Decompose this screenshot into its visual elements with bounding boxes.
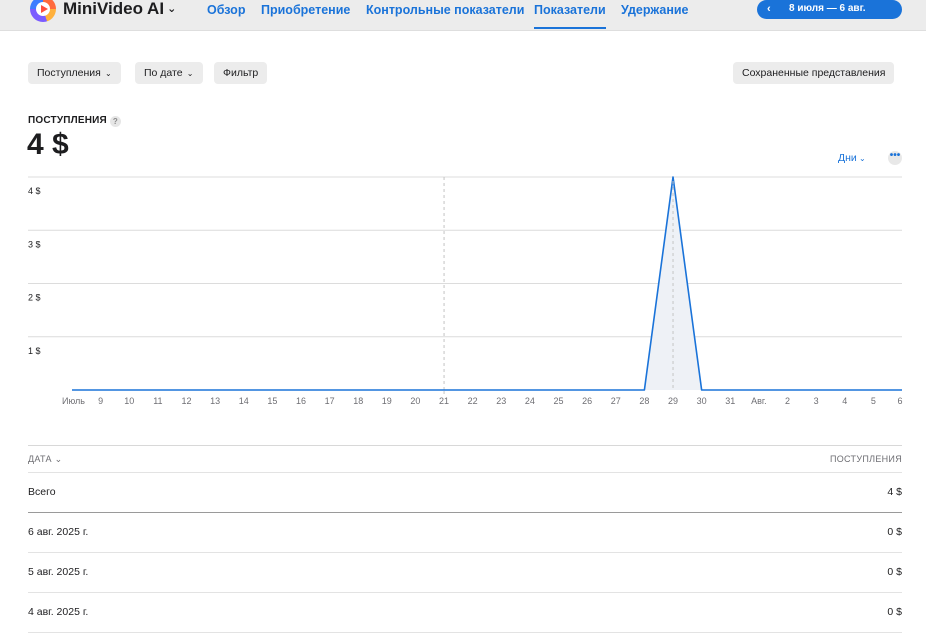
app-logo-icon	[30, 0, 56, 22]
row-value: 0 $	[887, 566, 902, 578]
date-range-label: 8 июля — 6 авг.	[789, 3, 866, 14]
metric-dropdown[interactable]: Поступления ⌄	[28, 62, 121, 84]
tab-acquisition[interactable]: Приобретение	[261, 3, 350, 17]
x-tick-label: Авг.	[751, 396, 766, 406]
x-tick-label: 13	[210, 396, 220, 406]
table-header: ДАТА ⌄ ПОСТУПЛЕНИЯ	[28, 445, 902, 473]
revenue-chart: 1 $ 2 $ 3 $ 4 $ Июль 9 10 11 12 13 14 15 16 17 18 19 20 2…	[28, 176, 903, 406]
x-tick-label: 24	[525, 396, 535, 406]
row-date: Всего	[28, 486, 56, 498]
x-tick-label: 15	[267, 396, 277, 406]
chevron-down-icon: ⌄	[102, 69, 112, 78]
table-row-total: Всего 4 $	[28, 473, 902, 513]
x-tick-label: 26	[582, 396, 592, 406]
x-tick-label: 4	[842, 396, 847, 406]
metric-label-text: ПОСТУПЛЕНИЯ	[28, 115, 107, 126]
table-row: 6 авг. 2025 г. 0 $	[28, 513, 902, 553]
sort-dropdown[interactable]: По дате ⌄	[135, 62, 203, 84]
tab-retention[interactable]: Удержание	[621, 3, 689, 17]
tab-metrics[interactable]: Показатели	[534, 3, 606, 29]
y-tick-label: 2 $	[28, 293, 41, 303]
x-tick-label: 27	[611, 396, 621, 406]
x-tick-label: 19	[382, 396, 392, 406]
row-date: 5 авг. 2025 г.	[28, 566, 89, 578]
table-row: 4 авг. 2025 г. 0 $	[28, 593, 902, 633]
y-tick-label: 3 $	[28, 239, 41, 249]
interval-dropdown[interactable]: Дни ⌄	[838, 152, 866, 164]
x-tick-label: 17	[325, 396, 335, 406]
sort-dropdown-label: По дате	[144, 67, 183, 79]
tab-overview[interactable]: Обзор	[207, 3, 245, 17]
chevron-left-icon[interactable]: ‹	[767, 0, 771, 18]
x-tick-label: 11	[153, 396, 162, 406]
x-tick-label: 12	[181, 396, 191, 406]
y-tick-label: 1 $	[28, 346, 41, 356]
x-tick-label: 29	[668, 396, 678, 406]
help-icon[interactable]: ?	[109, 116, 121, 127]
revenue-column-header[interactable]: ПОСТУПЛЕНИЯ	[830, 454, 902, 464]
x-tick-label: 3	[814, 396, 819, 406]
filter-button[interactable]: Фильтр	[214, 62, 268, 84]
x-tick-label: 22	[468, 396, 478, 406]
metric-value: 4 $	[27, 128, 69, 161]
metric-label: ПОСТУПЛЕНИЯ?	[28, 115, 121, 127]
x-tick-label: Июль	[62, 396, 85, 406]
x-tick-label: 2	[785, 396, 790, 406]
date-column-label: ДАТА	[28, 454, 52, 464]
x-tick-label: 25	[554, 396, 564, 406]
date-column-header[interactable]: ДАТА ⌄	[28, 454, 62, 465]
row-value: 4 $	[887, 486, 902, 498]
x-tick-label: 5	[871, 396, 876, 406]
top-bar: MiniVideo AI ⌄ Обзор Приобретение Контрол…	[0, 0, 926, 31]
row-date: 6 авг. 2025 г.	[28, 526, 89, 538]
saved-views-button[interactable]: Сохраненные представления	[733, 62, 895, 84]
row-value: 0 $	[887, 606, 902, 618]
date-range-picker[interactable]: ‹ 8 июля — 6 авг.	[757, 0, 902, 19]
row-date: 4 авг. 2025 г.	[28, 606, 89, 618]
app-switcher[interactable]: MiniVideo AI ⌄	[63, 0, 176, 19]
x-tick-label: 18	[353, 396, 363, 406]
table-row: 5 авг. 2025 г. 0 $	[28, 553, 902, 593]
row-value: 0 $	[887, 526, 902, 538]
x-tick-label: 23	[496, 396, 506, 406]
app-name: MiniVideo AI	[63, 0, 165, 18]
x-tick-label: 28	[639, 396, 649, 406]
interval-label: Дни	[838, 152, 857, 164]
x-tick-label: 31	[725, 396, 735, 406]
x-tick-label: 14	[239, 396, 249, 406]
tab-benchmarks[interactable]: Контрольные показатели	[366, 3, 524, 17]
more-options-icon[interactable]: •••	[888, 151, 902, 165]
x-tick-label: 21	[439, 396, 449, 406]
x-tick-label: 6	[897, 396, 902, 406]
x-tick-label: 10	[124, 396, 134, 406]
x-tick-label: 16	[296, 396, 306, 406]
chevron-down-icon: ⌄	[167, 3, 177, 15]
chevron-down-icon: ⌄	[184, 69, 194, 78]
x-tick-label: 20	[410, 396, 420, 406]
y-tick-label: 4 $	[28, 186, 41, 196]
metric-dropdown-label: Поступления	[37, 67, 101, 79]
chevron-down-icon: ⌄	[54, 454, 63, 464]
x-tick-label: 30	[697, 396, 707, 406]
chevron-down-icon: ⌄	[856, 154, 866, 163]
x-tick-label: 9	[98, 396, 103, 406]
